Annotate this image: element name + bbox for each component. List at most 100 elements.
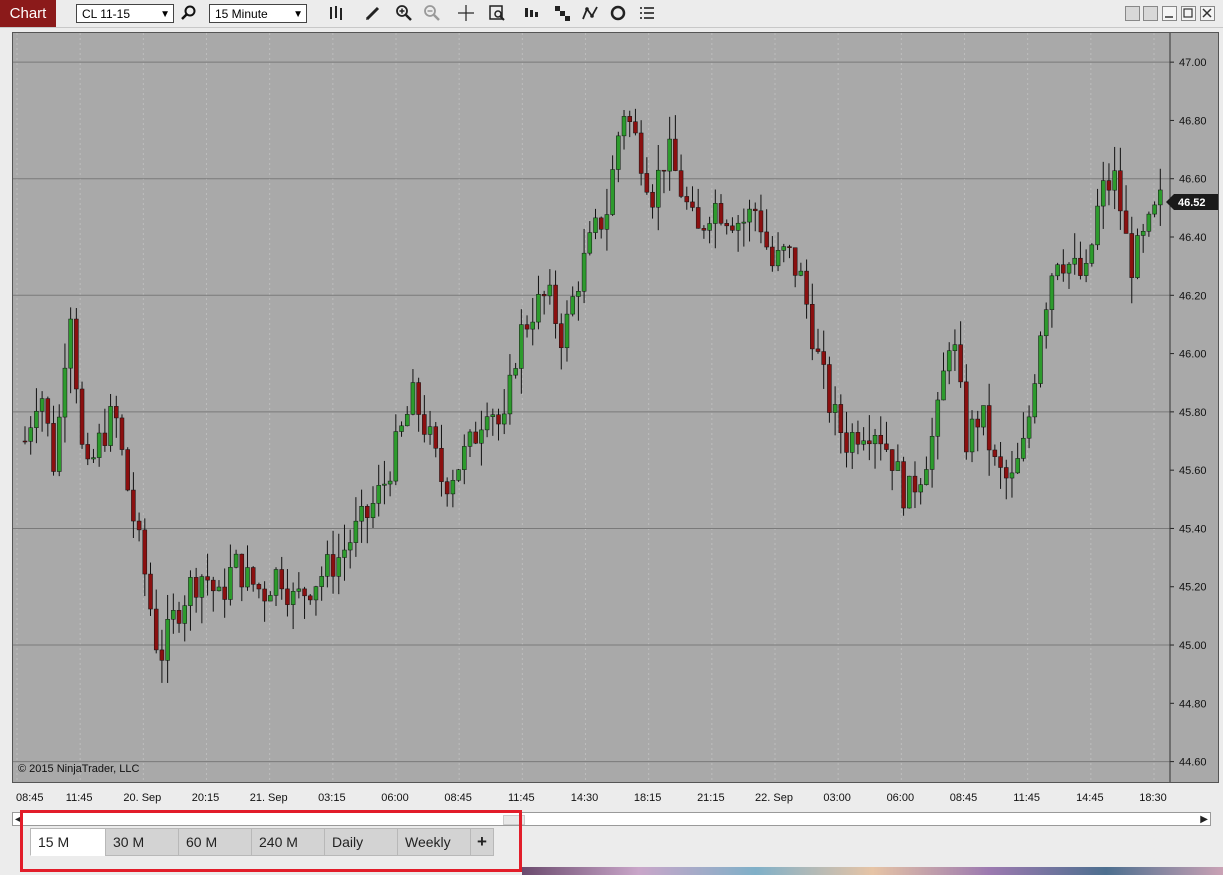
candle-body xyxy=(559,323,564,349)
interval-selector[interactable]: 15 Minute ▼ xyxy=(209,4,307,23)
candle-body xyxy=(541,294,547,297)
candle-body xyxy=(496,414,501,425)
candle-body xyxy=(827,364,832,413)
maximize-button[interactable] xyxy=(1181,6,1196,21)
candle-body xyxy=(1100,180,1106,207)
y-tick-label: 45.60 xyxy=(1179,465,1207,477)
candle-body xyxy=(741,221,747,224)
indicator-icon[interactable] xyxy=(551,3,573,23)
candle-body xyxy=(621,116,627,137)
candle-body xyxy=(22,440,28,443)
zoom-out-icon[interactable] xyxy=(421,3,443,23)
minimize-button[interactable] xyxy=(1162,6,1177,21)
reload-icon[interactable] xyxy=(607,3,629,23)
candle-body xyxy=(730,225,735,231)
zoom-in-icon[interactable] xyxy=(393,3,415,23)
y-tick-label: 45.40 xyxy=(1179,523,1207,535)
candle-body xyxy=(1009,472,1015,479)
candle-body xyxy=(131,489,136,522)
y-tick-label: 44.60 xyxy=(1179,757,1207,769)
candle-body xyxy=(570,296,575,315)
candle-body xyxy=(924,469,929,485)
candle-body xyxy=(821,351,826,365)
candle-body xyxy=(222,586,227,600)
candle-body xyxy=(770,246,775,267)
candle-body xyxy=(1015,458,1020,474)
tile-window-button[interactable] xyxy=(1125,6,1140,21)
candle-body xyxy=(1135,235,1140,278)
search-icon[interactable] xyxy=(178,3,200,23)
candle-body xyxy=(1078,257,1083,276)
candle-body xyxy=(45,398,51,424)
x-tick-label: 20. Sep xyxy=(123,792,161,804)
strategy-icon[interactable] xyxy=(579,3,601,23)
candle-body xyxy=(1032,383,1038,418)
scroll-right-icon[interactable]: ▶ xyxy=(1200,814,1208,825)
highlight-annotation xyxy=(20,810,522,872)
candle xyxy=(1038,331,1043,388)
candle-body xyxy=(598,217,604,230)
candle-body xyxy=(838,404,844,433)
x-tick-label: 22. Sep xyxy=(755,792,793,804)
cascade-window-button[interactable] xyxy=(1143,6,1158,21)
candle-body xyxy=(832,404,838,413)
chart-panel[interactable]: 47.00 46.80 46.60 46.40 46.20 46.00 45.80 45.60… xyxy=(12,32,1219,783)
x-tick-label: 11:45 xyxy=(66,792,93,804)
candle-body xyxy=(878,435,883,445)
x-tick-label: 03:15 xyxy=(318,792,346,804)
bar-type-icon[interactable] xyxy=(325,3,347,23)
x-tick-label: 14:30 xyxy=(571,792,599,804)
data-box-icon[interactable] xyxy=(486,3,508,23)
candle-body xyxy=(587,232,593,254)
candle-body xyxy=(1089,244,1095,264)
candle-body xyxy=(1072,257,1077,265)
bar-style-icon[interactable] xyxy=(521,3,543,23)
chevron-down-icon: ▼ xyxy=(293,9,303,20)
candle-body xyxy=(450,480,456,495)
candle-body xyxy=(85,444,91,460)
candle-body xyxy=(1021,437,1026,459)
candle-body xyxy=(644,173,650,193)
candle-body xyxy=(114,406,119,419)
last-price-label: 46.52 xyxy=(1178,197,1206,209)
instrument-selector[interactable]: CL 11-15 ▼ xyxy=(76,4,174,23)
candle-body xyxy=(684,196,690,203)
candle-body xyxy=(701,228,707,231)
candle-body xyxy=(444,481,450,495)
candle-body xyxy=(34,410,39,428)
y-tick-label: 44.80 xyxy=(1179,698,1207,710)
candle-body xyxy=(724,223,729,227)
candle-body xyxy=(650,191,655,208)
candle-body xyxy=(1026,416,1032,439)
x-tick-label: 06:00 xyxy=(887,792,915,804)
candle-body xyxy=(1038,335,1043,384)
pencil-icon[interactable] xyxy=(362,3,384,23)
crosshair-icon[interactable] xyxy=(455,3,477,23)
y-tick-label: 47.00 xyxy=(1179,57,1207,69)
candle-body xyxy=(929,436,935,470)
candle-body xyxy=(479,429,484,444)
y-tick-label: 46.60 xyxy=(1179,174,1207,186)
candle-body xyxy=(28,427,33,442)
time-axis-labels: 08:45 11:45 20. Sep 20:15 21. Sep 03:15 06:00 0… xyxy=(16,792,1167,804)
candle-body xyxy=(815,348,821,352)
y-tick-label: 45.00 xyxy=(1179,640,1207,652)
candle-body xyxy=(941,370,946,401)
candle-body xyxy=(1123,210,1129,234)
candle-body xyxy=(707,223,712,231)
close-button[interactable] xyxy=(1200,6,1215,21)
candle-body xyxy=(399,425,404,432)
candle-body xyxy=(273,569,279,596)
app-title[interactable]: Chart xyxy=(0,0,56,27)
candle-body xyxy=(638,132,644,174)
candle-body xyxy=(182,605,187,624)
properties-icon[interactable] xyxy=(636,3,658,23)
x-tick-label: 06:00 xyxy=(381,792,409,804)
candle-body xyxy=(456,469,461,481)
candle-body xyxy=(427,426,433,435)
candle xyxy=(1089,243,1095,267)
candle-body xyxy=(536,294,541,323)
price-chart[interactable]: 47.00 46.80 46.60 46.40 46.20 46.00 45.80 45.60… xyxy=(13,33,1218,782)
candle-body xyxy=(96,432,102,458)
x-tick-label: 21. Sep xyxy=(250,792,288,804)
